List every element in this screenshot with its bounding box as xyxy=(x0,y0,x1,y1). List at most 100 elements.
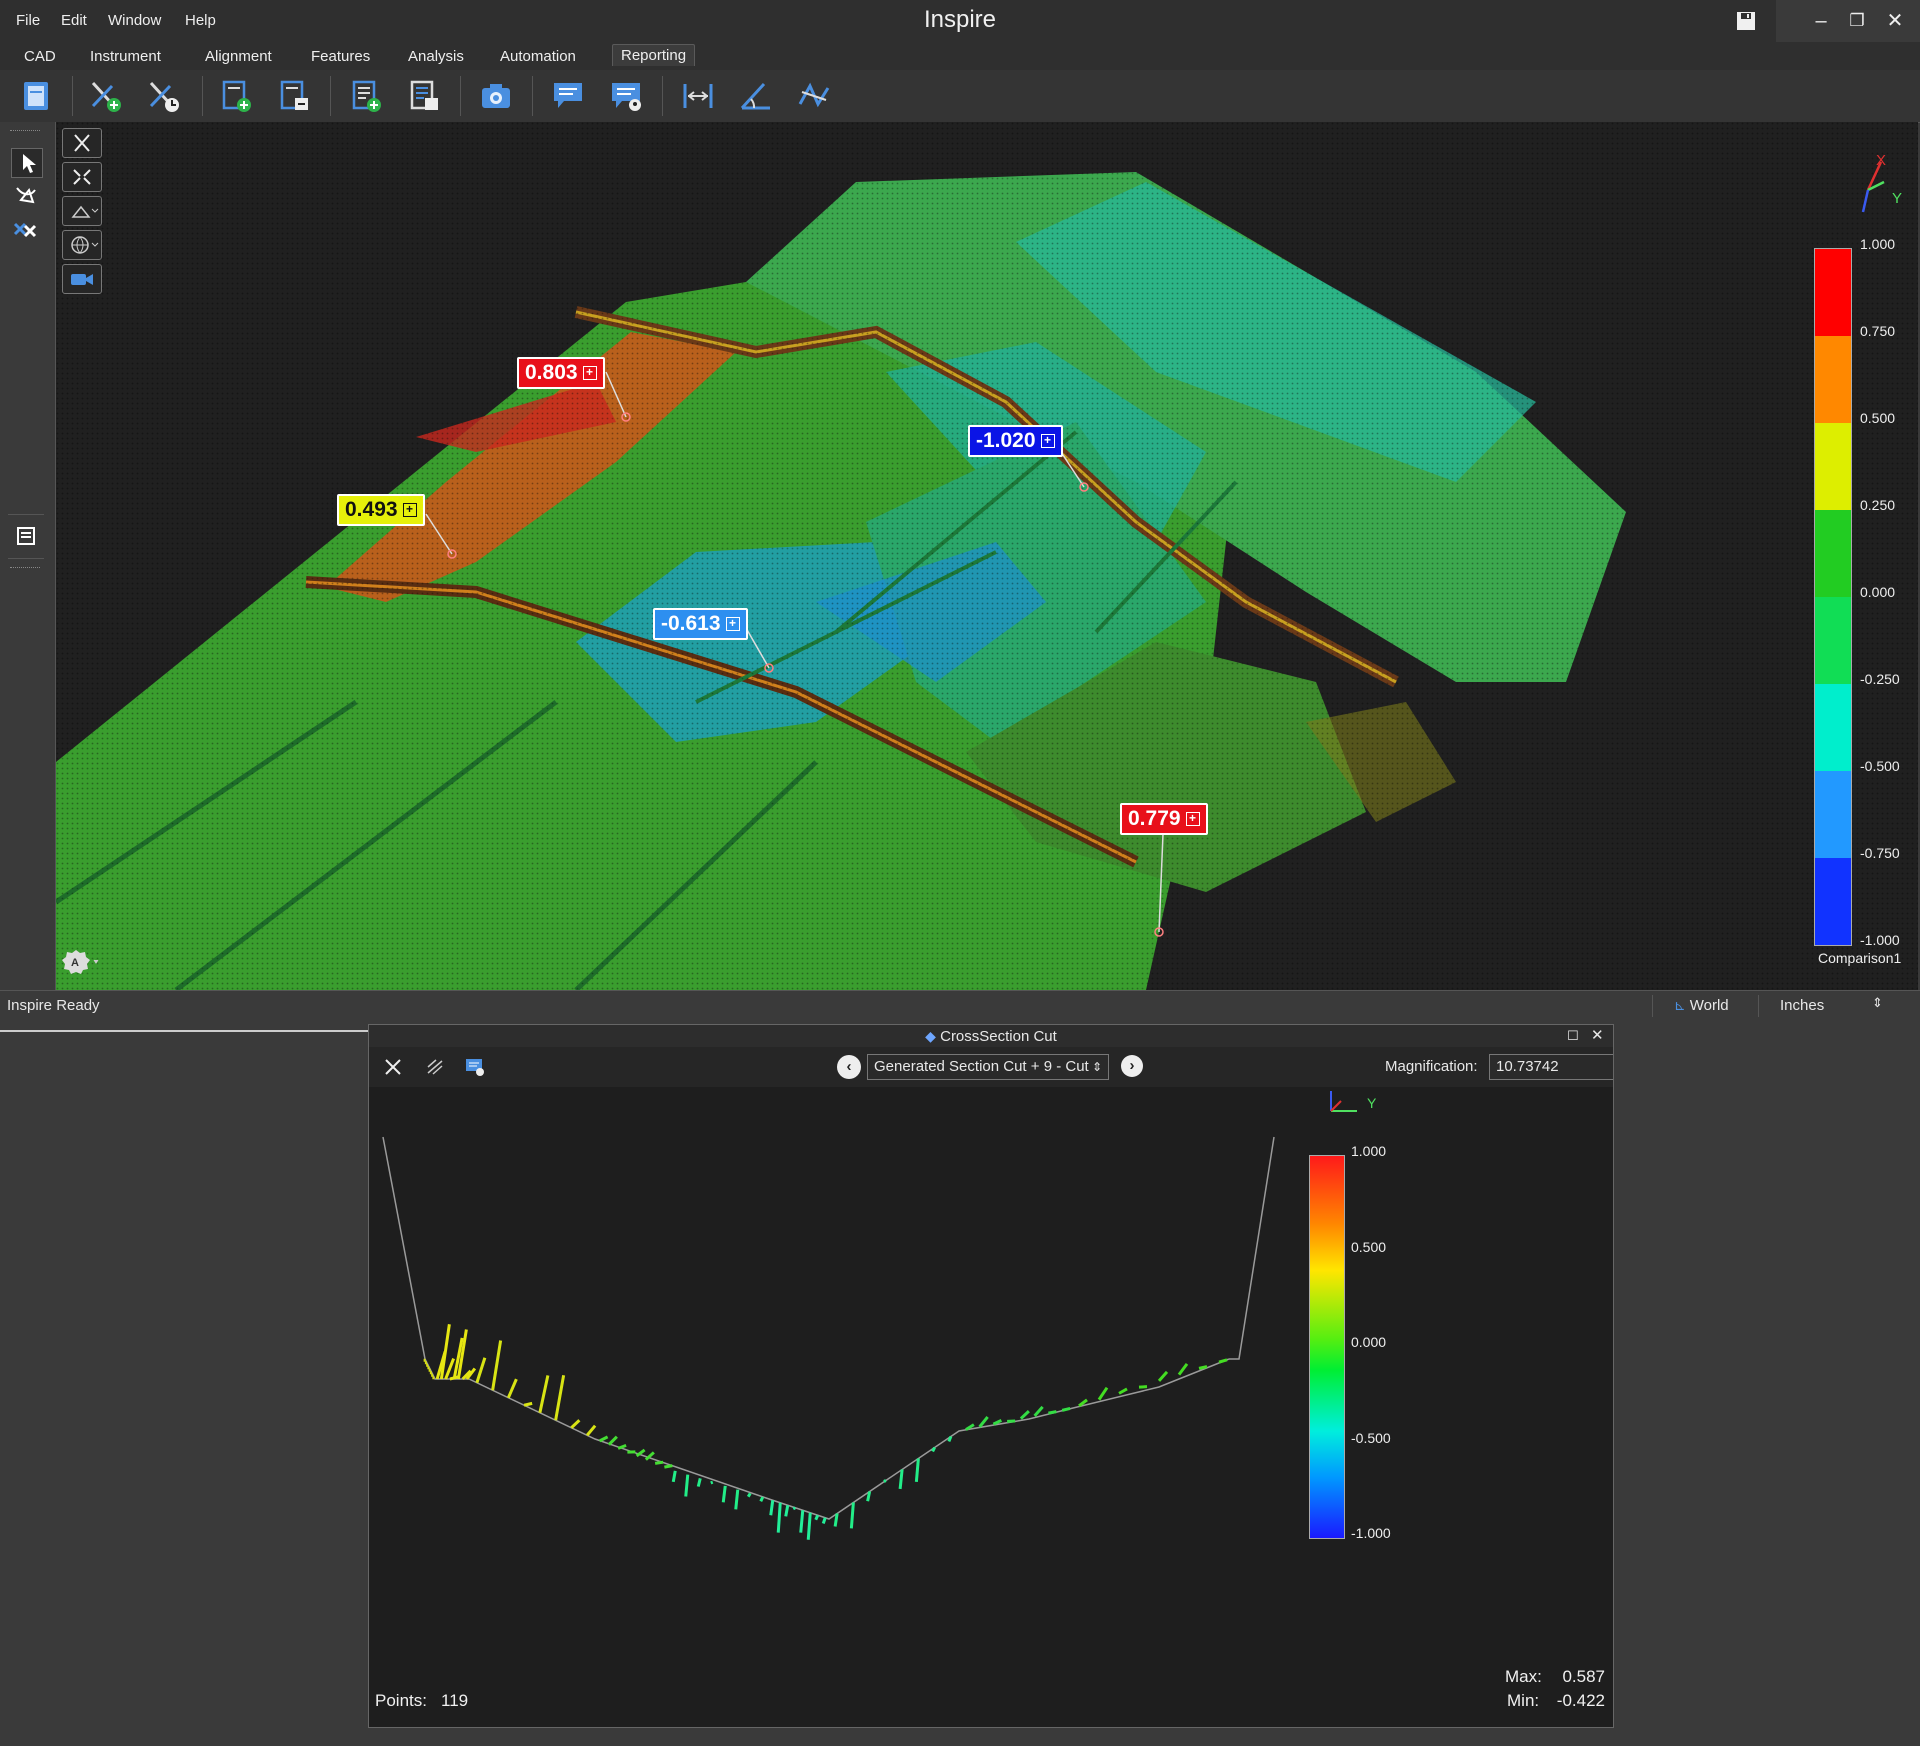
expand-icon[interactable]: + xyxy=(582,366,597,380)
toolbar-separator xyxy=(662,76,663,116)
deviation-whisker xyxy=(684,1474,690,1497)
colorbar-ticks: 1.000 0.750 0.500 0.250 0.000 -0.250 -0.500 -0.… xyxy=(1852,236,1918,956)
section-selector[interactable]: Generated Section Cut + 9 - Cut ⇕ xyxy=(867,1054,1109,1080)
coord-system-selector[interactable]: ⊾ World xyxy=(1674,997,1729,1014)
deviation-whisker xyxy=(849,1502,855,1529)
camera-icon[interactable] xyxy=(478,78,514,114)
fit-view-icon[interactable] xyxy=(62,128,102,158)
tab-cad[interactable]: CAD xyxy=(16,46,64,67)
deviation-whisker xyxy=(769,1500,775,1516)
deviation-whisker xyxy=(734,1489,740,1510)
expand-icon[interactable]: + xyxy=(1185,812,1200,826)
report-add-icon[interactable] xyxy=(463,1055,487,1079)
deviation-whisker xyxy=(883,1479,887,1483)
lighting-settings-icon[interactable]: A xyxy=(62,946,102,976)
point-cloud-surface[interactable] xyxy=(56,122,1918,990)
tab-analysis[interactable]: Analysis xyxy=(400,46,472,67)
status-separator xyxy=(1758,995,1759,1017)
tab-instrument[interactable]: Instrument xyxy=(82,46,169,67)
expand-icon[interactable]: + xyxy=(725,617,740,631)
coord-system-label: World xyxy=(1689,997,1729,1014)
units-selector[interactable]: Inches ⇕ xyxy=(1780,995,1890,1014)
comment-icon[interactable] xyxy=(550,78,586,114)
points-label: Points: xyxy=(375,1691,427,1710)
angle-icon[interactable] xyxy=(738,78,774,114)
replace-page-icon[interactable] xyxy=(276,78,312,114)
deviation-whisker xyxy=(978,1415,989,1428)
deviation-callout[interactable]: -1.020 + xyxy=(968,425,1063,457)
cross-section-plot[interactable] xyxy=(369,1087,1613,1727)
deviation-callout[interactable]: 0.803 + xyxy=(517,357,605,389)
deviation-whisker xyxy=(1033,1405,1044,1417)
video-camera-icon[interactable] xyxy=(62,264,102,294)
deviation-whisker xyxy=(654,1460,664,1465)
deviation-callout[interactable]: -0.613 + xyxy=(653,608,748,640)
deviation-callout[interactable]: 0.779 + xyxy=(1120,803,1208,835)
add-page-icon[interactable] xyxy=(218,78,254,114)
lasso-select-icon[interactable] xyxy=(11,180,41,208)
globe-icon[interactable] xyxy=(62,230,102,260)
distance-icon[interactable] xyxy=(680,78,716,114)
deviation-callout[interactable]: 0.493 + xyxy=(337,494,425,526)
units-label: Inches xyxy=(1780,997,1825,1014)
report-icon[interactable] xyxy=(18,78,54,114)
window-controls: – ❐ ✕ xyxy=(1776,0,1920,42)
grip-handle[interactable] xyxy=(10,567,40,571)
3d-viewport[interactable]: A 0.803 + 0.493 + -1.020 + -0.613 + 0.779 + X… xyxy=(56,122,1918,990)
deviation-whisker xyxy=(554,1375,566,1421)
select-pointer-icon[interactable] xyxy=(11,148,43,178)
deviation-whisker xyxy=(664,1464,673,1469)
deviation-whisker xyxy=(1218,1358,1228,1364)
section-settings-icon[interactable] xyxy=(423,1055,447,1079)
minimize-icon[interactable]: – xyxy=(1806,8,1836,34)
status-bar: Inspire Ready ⊾ World Inches ⇕ xyxy=(0,990,1920,1021)
cross-section-titlebar[interactable]: ◆ CrossSection Cut ☐ ✕ xyxy=(369,1025,1613,1047)
deviation-whisker xyxy=(1118,1387,1128,1395)
tab-alignment[interactable]: Alignment xyxy=(197,46,280,67)
next-section-icon[interactable]: › xyxy=(1121,1055,1143,1077)
remove-note-icon[interactable] xyxy=(146,78,182,114)
magnification-input[interactable]: 10.73742 xyxy=(1489,1054,1613,1080)
colorbar-segment xyxy=(1815,249,1851,336)
deviation-whisker xyxy=(931,1446,936,1453)
y-axis-label: Y xyxy=(1367,1095,1377,1111)
view-orientation-icon[interactable] xyxy=(62,196,102,226)
colorbar-tick-label: 0.500 xyxy=(1351,1238,1387,1255)
zoom-extents-icon[interactable] xyxy=(62,162,102,192)
deviation-whisker xyxy=(617,1443,627,1450)
close-icon[interactable]: ✕ xyxy=(1880,8,1910,34)
maximize-icon[interactable]: ☐ xyxy=(1567,1025,1579,1047)
deviation-whisker xyxy=(914,1458,920,1483)
coordinate-axes-icon: ⊾ xyxy=(1674,997,1686,1013)
save-icon[interactable] xyxy=(1735,10,1757,32)
deviation-whisker xyxy=(696,1478,702,1487)
expand-icon[interactable]: + xyxy=(402,503,417,517)
restore-icon[interactable]: ❐ xyxy=(1842,8,1872,34)
svg-text:A: A xyxy=(71,957,79,969)
colorbar xyxy=(1814,248,1852,946)
colorbar-title: Comparison1 xyxy=(1818,950,1902,966)
grip-handle[interactable] xyxy=(10,130,40,134)
deviation-whisker xyxy=(799,1510,805,1533)
tab-reporting[interactable]: Reporting xyxy=(612,44,696,66)
colorbar-tick-label: -0.500 xyxy=(1860,758,1900,774)
close-icon[interactable]: ✕ xyxy=(1591,1025,1604,1047)
expand-icon[interactable]: + xyxy=(1040,434,1055,448)
deviation-whisker xyxy=(806,1512,812,1540)
deviation-whisker xyxy=(1019,1410,1030,1420)
edit-list-icon[interactable] xyxy=(406,78,442,114)
polyline-icon[interactable] xyxy=(796,78,832,114)
previous-section-icon[interactable]: ‹ xyxy=(837,1055,861,1079)
report-view-icon[interactable] xyxy=(11,522,41,550)
fit-view-icon[interactable] xyxy=(381,1055,405,1079)
comment-location-icon[interactable] xyxy=(608,78,644,114)
min-value: -0.422 xyxy=(1556,1691,1605,1710)
tab-features[interactable]: Features xyxy=(303,46,378,67)
add-list-icon[interactable] xyxy=(348,78,384,114)
measure-tool-icon[interactable] xyxy=(11,216,41,244)
tab-automation[interactable]: Automation xyxy=(492,46,584,67)
axis-triad xyxy=(1330,1091,1357,1112)
deviation-whisker xyxy=(866,1491,872,1502)
colorbar-segment xyxy=(1815,771,1851,858)
add-note-icon[interactable] xyxy=(88,78,124,114)
